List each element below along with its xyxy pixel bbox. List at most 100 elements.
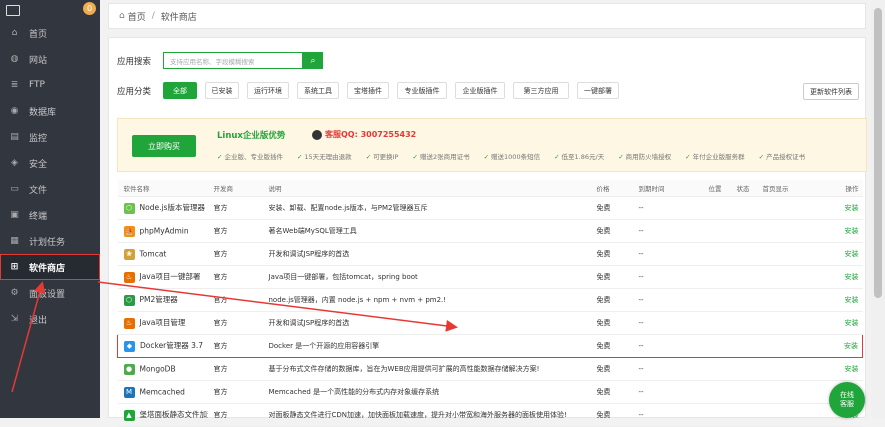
promo-feature: ✓ 低至1.86元/天 (554, 151, 604, 161)
search-input[interactable]: 支持应用名称、字段模糊搜索 (163, 52, 303, 69)
table-row[interactable]: ♨ Java项目一键部署 官方 Java项目一键部署，包括tomcat，spring … (117, 265, 863, 289)
software-name: Memcached (139, 387, 185, 396)
sidebar-item-4[interactable]: ▤ 监控 (0, 124, 100, 150)
category-tab-8[interactable]: 一键部署 (577, 82, 619, 99)
price-cell: 免费 (590, 311, 633, 335)
table-row[interactable]: ⛵ phpMyAdmin 官方 著名Web端MySQL管理工具 免费 -- 安装 (117, 219, 863, 243)
install-link[interactable]: 安装 (820, 357, 863, 381)
promo-feature-text: 赠送2张商用证书 (419, 153, 470, 161)
gear-icon: ⚙ (10, 288, 19, 298)
table-row[interactable]: ⬡ PM2管理器 官方 node.js管理器，内置 node.js + npm + n… (117, 288, 863, 312)
table-row[interactable]: M Memcached 官方 Memcached 是一个高性能的分布式内存对象缓存系统… (117, 380, 863, 404)
sidebar-item-label: 监控 (29, 133, 48, 144)
monitor-logo-icon (6, 4, 20, 16)
software-name: MongoDB (139, 364, 176, 373)
table-row[interactable]: ◆ Docker管理器 3.7 官方 Docker 是一个开源的应用容器引擎 免费 -- 安… (117, 334, 863, 358)
database-icon: ◉ (10, 106, 19, 116)
install-link[interactable]: 安装 (820, 219, 863, 243)
software-name-cell: ⛵ phpMyAdmin (117, 219, 208, 243)
location-cell (702, 242, 731, 266)
grid-icon: ⊞ (10, 262, 19, 272)
category-tab-5[interactable]: 专业版插件 (397, 82, 447, 99)
sidebar-item-3[interactable]: ◉ 数据库 (0, 98, 100, 124)
column-header: 首页显示 (756, 180, 821, 197)
status-cell (730, 334, 757, 358)
check-icon: ✓ (483, 153, 490, 161)
sidebar-item-5[interactable]: ◈ 安全 (0, 150, 100, 176)
software-name: PM2管理器 (139, 295, 178, 305)
description-cell: 安装、卸载、配置node.js版本，与PM2管理器互斥 (262, 196, 591, 220)
app-logo-icon: ❀ (123, 248, 135, 260)
sidebar-item-1[interactable]: ◍ 网站 (0, 46, 100, 72)
software-name-cell: ♨ Java项目一键部署 (117, 265, 208, 289)
app-logo-icon: ⬡ (123, 202, 135, 214)
description-cell: 开发和调试JSP程序的首选 (262, 311, 591, 335)
buy-now-button[interactable]: 立即购买 (132, 135, 196, 157)
install-link[interactable]: 安装 (820, 242, 863, 266)
category-tab-3[interactable]: 系统工具 (297, 82, 339, 99)
app-logo-icon: ⬡ (123, 294, 135, 306)
online-support-button[interactable]: 在线 客服 (829, 382, 865, 418)
expire-cell: -- (632, 334, 703, 358)
page-scrollbar[interactable] (871, 0, 885, 418)
scrollbar-thumb[interactable] (874, 8, 882, 298)
sidebar-item-11[interactable]: ⇲ 退出 (0, 306, 100, 332)
sidebar-item-2[interactable]: ≣ FTP (0, 72, 100, 98)
table-row[interactable]: ● MongoDB 官方 基于分布式文件存储的数据库，旨在为WEB应用提供可扩展的高性… (117, 357, 863, 381)
sidebar-item-10[interactable]: ⚙ 面板设置 (0, 280, 100, 306)
table-row[interactable]: ♨ Java项目管理 官方 开发和调试JSP程序的首选 免费 -- 安装 (117, 311, 863, 335)
check-icon: ✓ (296, 153, 303, 161)
check-icon: ✓ (618, 153, 624, 161)
update-list-button[interactable]: 更新软件列表 (803, 83, 859, 100)
column-header: 软件名称 (117, 180, 208, 197)
sidebar-item-7[interactable]: ▣ 终端 (0, 202, 100, 228)
install-link[interactable]: 安装 (820, 288, 863, 312)
install-link[interactable]: 安装 (820, 265, 863, 289)
sidebar-item-0[interactable]: ⌂ 首页 (0, 20, 100, 46)
developer-cell: 官方 (207, 357, 263, 381)
search-button[interactable]: ⌕ (303, 52, 323, 69)
sidebar-item-6[interactable]: ▭ 文件 (0, 176, 100, 202)
category-tab-7[interactable]: 第三方应用 (513, 82, 569, 99)
table-row[interactable]: ▲ 堡塔面板静态文件加速 官方 对面板静态文件进行CDN加速，加快面板加载速度，提升对… (117, 403, 863, 427)
app-logo-icon: ♨ (123, 271, 135, 283)
status-cell (730, 403, 757, 427)
price-cell: 免费 (590, 288, 633, 312)
status-cell (730, 357, 757, 381)
app-logo-icon: ▲ (123, 409, 135, 421)
description-cell: Memcached 是一个高性能的分布式内存对象缓存系统 (262, 380, 591, 404)
column-header: 状态 (730, 180, 757, 197)
table-header-row: 软件名称 开发商 说明 价格 到期时间 位置 状态 首页显示 操作 (117, 180, 863, 197)
sidebar-item-9[interactable]: ⊞ 软件商店 (0, 254, 100, 280)
description-cell: 开发和调试JSP程序的首选 (262, 242, 591, 266)
location-cell (702, 403, 731, 427)
status-cell (730, 380, 757, 404)
table-row[interactable]: ❀ Tomcat 官方 开发和调试JSP程序的首选 免费 -- 安装 (117, 242, 863, 266)
category-tab-6[interactable]: 企业版插件 (455, 82, 505, 99)
developer-cell: 官方 (207, 219, 263, 243)
app-logo-icon: ◆ (124, 340, 135, 352)
breadcrumb-home[interactable]: 首页 (128, 10, 146, 23)
category-tab-4[interactable]: 宝塔插件 (347, 82, 389, 99)
homepage-display-cell (756, 334, 821, 358)
sidebar-item-label: 计划任务 (29, 237, 66, 248)
column-header: 开发商 (207, 180, 263, 197)
install-link[interactable]: 安装 (820, 334, 863, 358)
software-name-cell: ♨ Java项目管理 (117, 311, 208, 335)
sidebar-item-label: 文件 (29, 185, 48, 196)
category-tab-0[interactable]: 全部 (163, 82, 197, 99)
app-logo-icon: ⛵ (123, 225, 135, 237)
promo-feature: ✓ 年付企业版服务群 (685, 151, 744, 161)
column-header: 说明 (262, 180, 591, 197)
sidebar-item-8[interactable]: ▦ 计划任务 (0, 228, 100, 254)
developer-cell: 官方 (207, 196, 263, 220)
promo-feature: ✓ 15天无理由退款 (297, 151, 352, 161)
promo-qq[interactable]: 客服QQ: 3007255432 (312, 129, 416, 140)
table-row[interactable]: ⬡ Node.js版本管理器 官方 安装、卸载、配置node.js版本，与PM2管理器… (117, 196, 863, 220)
install-link[interactable]: 安装 (820, 196, 863, 220)
category-tab-2[interactable]: 运行环境 (247, 82, 289, 99)
terminal-icon: ▣ (10, 210, 19, 220)
category-tab-1[interactable]: 已安装 (205, 82, 239, 99)
notification-badge[interactable]: 0 (83, 2, 96, 15)
install-link[interactable]: 安装 (820, 311, 863, 335)
